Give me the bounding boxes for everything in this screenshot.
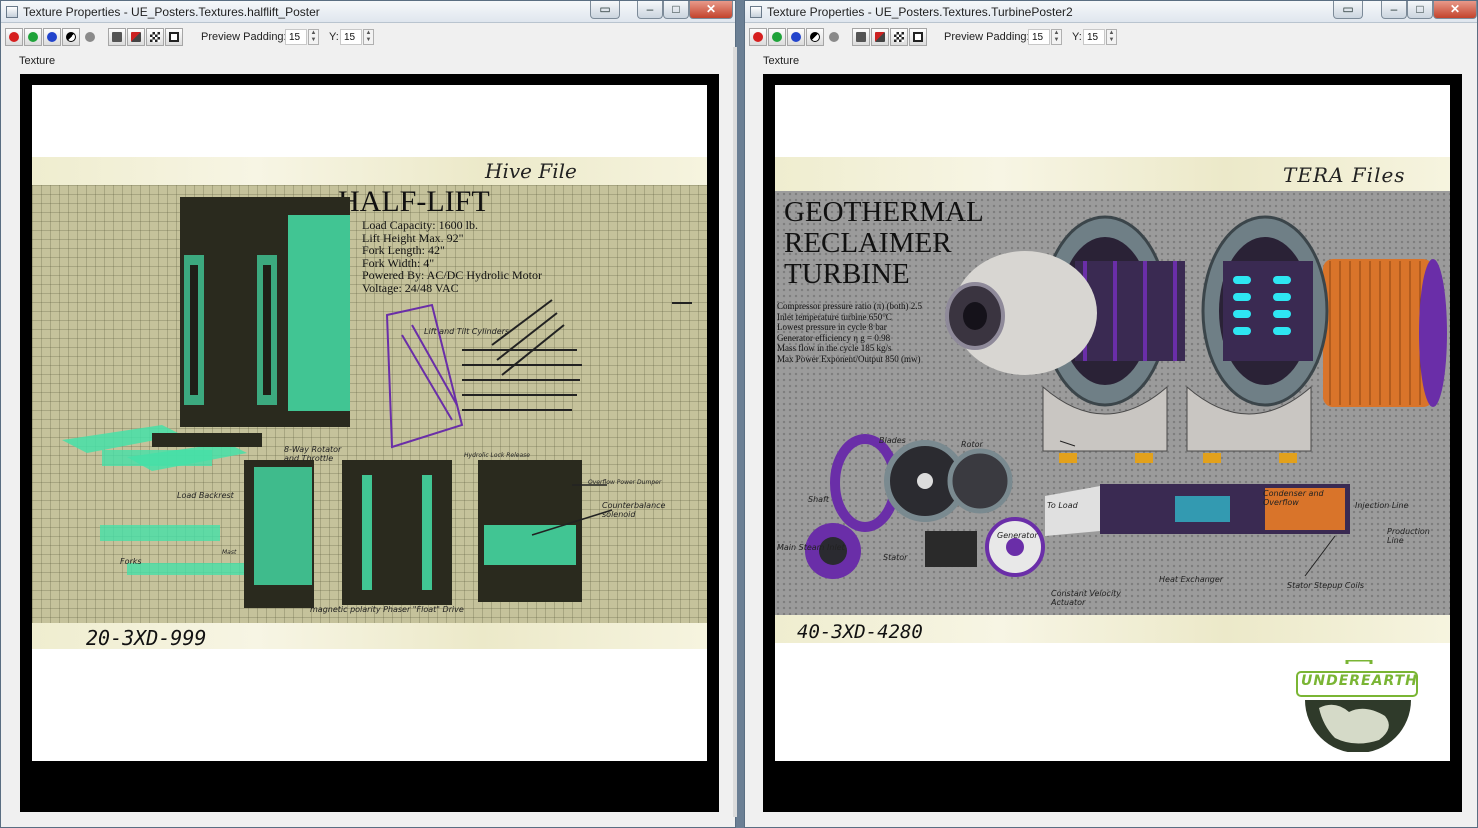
preview-padding-label: Preview Padding:	[944, 31, 1030, 43]
label-condenser: Condenser and Overflow	[1263, 489, 1324, 507]
splitter-edge[interactable]	[733, 47, 737, 817]
checkerboard-icon[interactable]	[890, 28, 908, 46]
poster-blueprint-area: HALF-LIFT Load Capacity: 1600 lb. Lift H…	[32, 185, 707, 623]
padding-y-input[interactable]: 15	[1083, 29, 1105, 45]
padding-x-spinner[interactable]: ▲ ▼	[308, 29, 319, 45]
color-swatch-icon[interactable]	[127, 28, 145, 46]
label-load-backrest: Load Backrest	[177, 491, 234, 500]
texture-section-label: Texture	[763, 55, 800, 67]
label-hydrolic-lock: Hydrolic Lock Release	[464, 452, 530, 459]
texture-properties-window-halflift: Texture Properties - UE_Posters.Textures…	[0, 0, 737, 828]
border-frame-icon[interactable]	[165, 28, 183, 46]
texture-canvas: Hive File HALF-LIFT Load Capacity: 1600 …	[32, 85, 707, 761]
texture-properties-window-turbine: Texture Properties - UE_Posters.Textures…	[744, 0, 1478, 828]
texture-canvas: TERA Files GEOTHERMAL RECLAIMER TURBINE …	[775, 85, 1450, 761]
border-frame-icon[interactable]	[909, 28, 927, 46]
label-injection-line: Injection Line	[1355, 501, 1409, 510]
window-icon	[6, 6, 18, 18]
label-to-load: To Load	[1047, 501, 1078, 510]
poster-blueprint-area: GEOTHERMAL RECLAIMER TURBINE Compressor …	[775, 191, 1450, 615]
red-channel-button[interactable]	[5, 28, 23, 46]
label-constant-velocity: Constant Velocity Actuator	[1051, 589, 1122, 607]
texture-section-label: Texture	[19, 55, 56, 67]
padding-y-label: Y:	[1072, 31, 1082, 43]
label-rotator: 8-Way Rotator and Throttle	[284, 445, 342, 463]
blue-channel-button[interactable]	[43, 28, 61, 46]
label-main-steam-inlet: Main Steam Inlet	[777, 543, 845, 552]
maximize-button[interactable]: □	[663, 1, 689, 19]
label-overflow: Overflow Power Dumper	[588, 479, 662, 486]
grey-dot-button[interactable]	[81, 28, 99, 46]
minimize-button[interactable]: –	[637, 1, 663, 19]
texture-preview-viewport[interactable]: Hive File HALF-LIFT Load Capacity: 1600 …	[20, 74, 719, 812]
poster-header-text: Hive File	[485, 159, 577, 183]
window-icon	[750, 6, 762, 18]
label-production-line: Production Line	[1387, 527, 1430, 545]
alpha-channel-button[interactable]	[62, 28, 80, 46]
green-channel-button[interactable]	[768, 28, 786, 46]
poster-footer-strip: 20-3XD-999	[32, 623, 707, 650]
label-stator: Stator	[883, 553, 908, 562]
label-mast: Mast	[222, 549, 237, 556]
logo-text: UNDEREARTH	[1301, 673, 1418, 689]
label-shaft: Shaft	[808, 495, 830, 504]
preview-toolbar: Preview Padding: 15 ▲ ▼ Y: 15 ▲ ▼	[1, 26, 735, 48]
label-counterbalance: Counterbalance solenoid	[602, 501, 666, 519]
blue-channel-button[interactable]	[787, 28, 805, 46]
window-title: Texture Properties - UE_Posters.Textures…	[767, 5, 1073, 19]
close-button[interactable]: ✕	[689, 1, 733, 19]
padding-y-spinner[interactable]: ▲ ▼	[363, 29, 374, 45]
underearth-logo: UNDEREARTH	[1295, 658, 1421, 753]
padding-y-spinner[interactable]: ▲ ▼	[1106, 29, 1117, 45]
label-generator: Generator	[997, 531, 1038, 540]
label-rotor: Rotor	[961, 440, 983, 449]
color-swatch-icon[interactable]	[871, 28, 889, 46]
padding-y-label: Y:	[329, 31, 339, 43]
padding-x-input[interactable]: 15	[285, 29, 307, 45]
title-bar[interactable]: Texture Properties - UE_Posters.Textures…	[745, 1, 1477, 23]
checkerboard-icon[interactable]	[146, 28, 164, 46]
maximize-button[interactable]: □	[1407, 1, 1433, 19]
green-channel-button[interactable]	[24, 28, 42, 46]
label-blades: Blades	[879, 436, 906, 445]
label-lift-tilt: Lift and Tilt Cylinders	[424, 327, 510, 336]
window-title: Texture Properties - UE_Posters.Textures…	[23, 5, 320, 19]
tile-icon[interactable]	[108, 28, 126, 46]
padding-x-spinner[interactable]: ▲ ▼	[1051, 29, 1062, 45]
minimize-button[interactable]: –	[1381, 1, 1407, 19]
label-heat-exchanger: Heat Exchanger	[1159, 575, 1224, 584]
poster-serial: 20-3XD-999	[86, 626, 207, 650]
padding-x-input[interactable]: 15	[1028, 29, 1050, 45]
poster-header-strip: TERA Files	[775, 157, 1450, 191]
poster-serial: 40-3XD-4280	[797, 621, 923, 643]
close-button[interactable]: ✕	[1433, 1, 1477, 19]
texture-preview-viewport[interactable]: TERA Files GEOTHERMAL RECLAIMER TURBINE …	[763, 74, 1462, 812]
padding-y-input[interactable]: 15	[340, 29, 362, 45]
label-stator-stepup: Stator Stepup Coils	[1287, 581, 1364, 590]
tile-icon[interactable]	[852, 28, 870, 46]
poster-footer-strip: 40-3XD-4280	[775, 615, 1450, 643]
restore-extra-icon[interactable]: ▭	[590, 1, 620, 19]
alpha-channel-button[interactable]	[806, 28, 824, 46]
label-drive: magnetic polarity Phaser "Float" Drive	[310, 605, 464, 614]
red-channel-button[interactable]	[749, 28, 767, 46]
poster-header-text: TERA Files	[1283, 163, 1406, 187]
preview-toolbar: Preview Padding: 15 ▲ ▼ Y: 15 ▲ ▼	[745, 26, 1477, 48]
turbine-illustration	[805, 215, 1447, 579]
title-bar[interactable]: Texture Properties - UE_Posters.Textures…	[1, 1, 735, 23]
label-forks: Forks	[120, 557, 142, 566]
preview-padding-label: Preview Padding:	[201, 31, 287, 43]
grey-dot-button[interactable]	[825, 28, 843, 46]
restore-extra-icon[interactable]: ▭	[1333, 1, 1363, 19]
poster-header-strip: Hive File	[32, 157, 707, 185]
